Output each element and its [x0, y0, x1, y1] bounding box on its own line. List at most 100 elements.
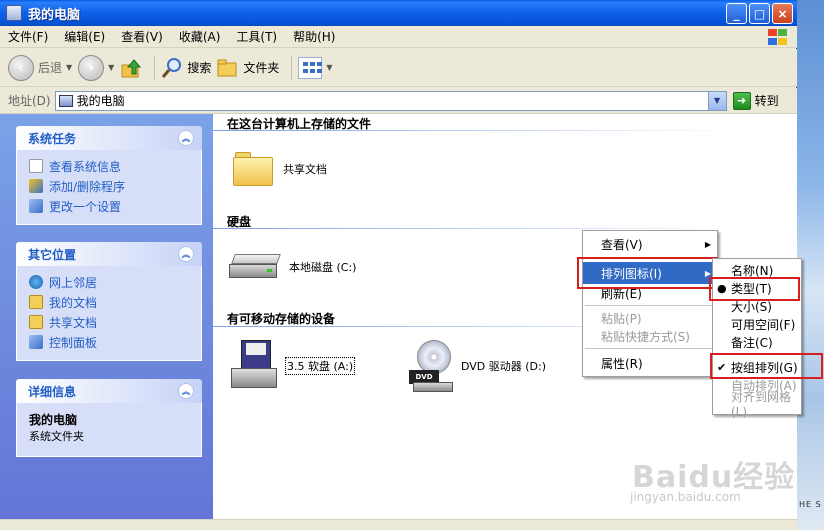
forward-button[interactable]: › ▼ [78, 54, 114, 81]
details-subtitle: 系统文件夹 [29, 430, 84, 443]
up-button[interactable] [120, 57, 142, 79]
close-button[interactable]: × [772, 3, 793, 24]
item-label: 共享文档 [283, 163, 327, 176]
group-divider [213, 130, 797, 131]
other-places-title: 其它位置 [28, 247, 77, 262]
ctx-label: 粘贴快捷方式(S) [601, 329, 690, 344]
back-label: 后退 [38, 61, 63, 75]
sub-align-to-grid[interactable]: 对齐到网格(L) [713, 390, 801, 419]
menu-edit[interactable]: 编辑(E) [56, 28, 113, 45]
views-dropdown-icon[interactable]: ▼ [326, 63, 332, 72]
task-add-remove-programs[interactable]: 添加/删除程序 [29, 176, 191, 196]
folders-label: 文件夹 [243, 61, 280, 75]
toolbar-separator [154, 55, 156, 80]
system-info-icon [29, 159, 43, 173]
shared-folder-icon [29, 315, 43, 329]
place-shared-documents[interactable]: 共享文档 [29, 312, 191, 332]
details-panel: 详细信息 ︽ 我的电脑 系统文件夹 [16, 379, 202, 457]
item-label: DVD 驱动器 (D:) [461, 360, 547, 373]
ctx-view[interactable]: 查看(V) ▶ [583, 233, 717, 255]
sub-label: 对齐到网格(L) [731, 389, 792, 419]
menu-file[interactable]: 文件(F) [0, 28, 56, 45]
my-documents-icon [29, 295, 43, 309]
collapse-chevron-icon[interactable]: ︽ [178, 383, 194, 399]
system-tasks-panel: 系统任务 ︽ 查看系统信息 添加/删除程序 更改一个设置 [16, 126, 202, 225]
place-my-documents[interactable]: 我的文档 [29, 292, 191, 312]
menu-tools[interactable]: 工具(T) [228, 28, 285, 45]
details-name: 我的电脑 [29, 413, 78, 427]
computer-icon [58, 94, 73, 107]
network-icon [29, 275, 43, 289]
system-tasks-header[interactable]: 系统任务 ︽ [16, 126, 202, 150]
task-label: 添加/删除程序 [49, 179, 126, 194]
address-value: 我的电脑 [76, 94, 125, 108]
system-tasks-title: 系统任务 [28, 131, 77, 146]
computer-icon [6, 5, 22, 21]
menu-favorites[interactable]: 收藏(A) [171, 28, 229, 45]
group-title-removable: 有可移动存储的设备 [227, 312, 336, 326]
back-dropdown-icon[interactable]: ▼ [66, 63, 72, 72]
search-button[interactable]: 搜索 [161, 57, 211, 79]
sub-label: 名称(N) [731, 263, 774, 278]
forward-dropdown-icon[interactable]: ▼ [108, 63, 114, 72]
control-panel-icon [29, 199, 43, 213]
search-icon [162, 57, 182, 78]
task-change-setting[interactable]: 更改一个设置 [29, 196, 191, 216]
dvd-drive-icon: DVD [409, 340, 453, 392]
place-control-panel[interactable]: 控制面板 [29, 332, 191, 352]
menu-view[interactable]: 查看(V) [113, 28, 171, 45]
go-button[interactable]: ➜ 转到 [732, 91, 779, 110]
maximize-button[interactable]: □ [749, 3, 770, 24]
toolbar-separator [291, 55, 293, 80]
sub-free-space[interactable]: 可用空间(F) [713, 315, 801, 333]
go-label: 转到 [754, 94, 779, 108]
floppy-drive-icon [231, 340, 277, 392]
task-view-system-info[interactable]: 查看系统信息 [29, 156, 191, 176]
item-local-disk-c[interactable]: 本地磁盘 (C:) [229, 254, 356, 280]
hard-drive-icon [229, 254, 281, 280]
item-dvd-d[interactable]: DVD DVD 驱动器 (D:) [409, 340, 546, 392]
ctx-label: 粘贴(P) [601, 311, 642, 326]
menu-help[interactable]: 帮助(H) [285, 28, 343, 45]
item-floppy-a[interactable]: 3.5 软盘 (A:) [231, 340, 356, 392]
back-button[interactable]: ‹ 后退 ▼ [8, 54, 72, 81]
address-dropdown-icon[interactable]: ▼ [707, 91, 726, 110]
details-title: 详细信息 [28, 384, 77, 399]
standard-toolbar: ‹ 后退 ▼ › ▼ 搜索 文件夹 ▼ [0, 49, 797, 87]
place-network[interactable]: 网上邻居 [29, 272, 191, 292]
status-bar [0, 519, 797, 530]
views-icon [298, 56, 323, 79]
sub-label: 可用空间(F) [731, 317, 796, 332]
highlight-box [709, 277, 800, 301]
other-places-header[interactable]: 其它位置 ︽ [16, 242, 202, 266]
watermark-url: jingyan.baidu.com [630, 490, 741, 504]
ctx-label: 属性(R) [601, 356, 643, 371]
submenu-arrow-icon: ▶ [704, 239, 711, 249]
collapse-chevron-icon[interactable]: ︽ [178, 246, 194, 262]
item-label: 本地磁盘 (C:) [289, 261, 357, 274]
views-button[interactable]: ▼ [298, 56, 333, 79]
search-label: 搜索 [187, 61, 212, 75]
menu-separator [585, 305, 715, 306]
desktop-edge-text: HE S [799, 500, 822, 509]
address-bar: 地址(D) 我的电脑 ▼ ➜ 转到 [0, 88, 797, 114]
ctx-paste[interactable]: 粘贴(P) [583, 309, 717, 327]
title-bar[interactable]: 我的电脑 _ □ × [0, 0, 797, 26]
folder-icon [217, 59, 237, 76]
ctx-paste-shortcut[interactable]: 粘贴快捷方式(S) [583, 327, 717, 345]
ctx-label: 查看(V) [601, 237, 643, 252]
place-label: 网上邻居 [49, 275, 98, 290]
place-label: 我的文档 [49, 295, 98, 310]
minimize-button[interactable]: _ [726, 3, 747, 24]
address-input[interactable]: 我的电脑 ▼ [54, 90, 727, 111]
details-header[interactable]: 详细信息 ︽ [16, 379, 202, 403]
add-remove-programs-icon [29, 179, 43, 193]
menu-bar: 文件(F) 编辑(E) 查看(V) 收藏(A) 工具(T) 帮助(H) [0, 26, 797, 48]
context-menu: 查看(V) ▶ 排列图标(I) ▶ 刷新(E) 粘贴(P) 粘贴快捷方式(S) … [582, 230, 718, 377]
collapse-chevron-icon[interactable]: ︽ [178, 130, 194, 146]
sub-comments[interactable]: 备注(C) [713, 333, 801, 351]
highlight-box [577, 257, 718, 289]
ctx-properties[interactable]: 属性(R) [583, 352, 717, 374]
folders-button[interactable]: 文件夹 [217, 59, 279, 77]
item-shared-documents[interactable]: 共享文档 [233, 152, 327, 186]
